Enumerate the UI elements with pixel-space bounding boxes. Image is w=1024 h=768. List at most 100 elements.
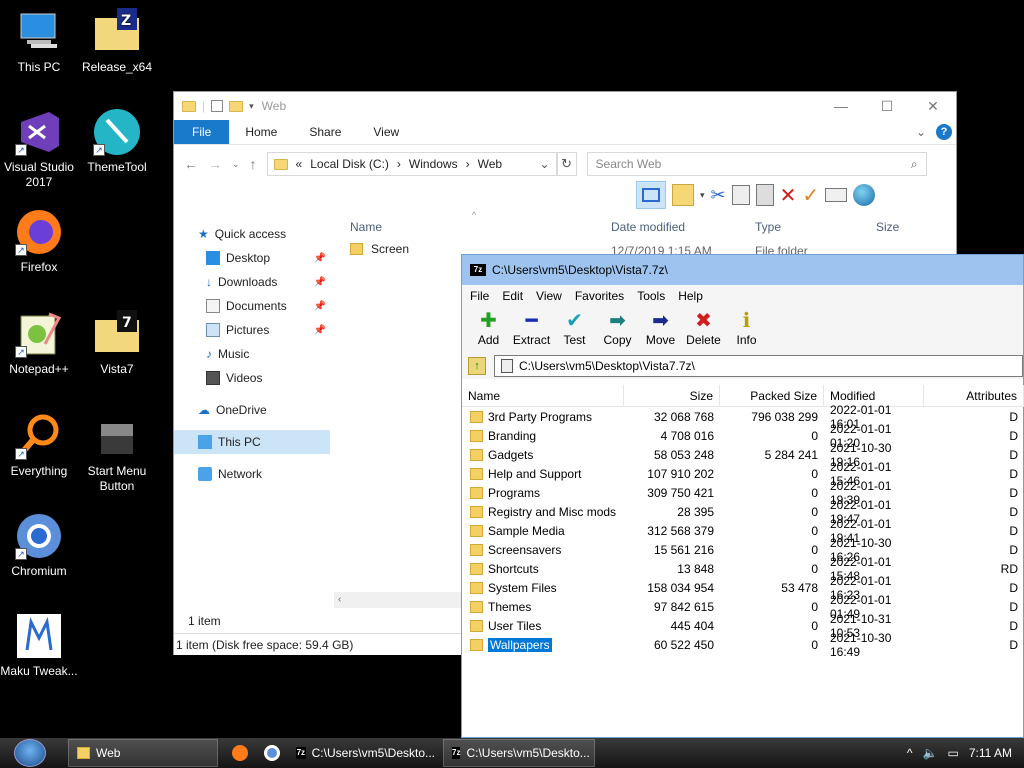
pin-icon[interactable]: 📌 [314,253,326,264]
chevron-up-icon[interactable]: ^ [907,746,913,760]
tab-share[interactable]: Share [293,120,357,144]
test-button[interactable]: ✔ Test [553,309,596,353]
menu-file[interactable]: File [470,289,489,303]
clock[interactable]: 7:11 AM [969,746,1012,760]
pin-icon[interactable]: 📌 [314,277,326,288]
taskbar-item-explorer[interactable]: Web [68,739,218,767]
rename-icon[interactable] [825,188,848,202]
table-row[interactable]: Registry and Misc mods 28 395 0 2022-01-01 … [462,498,1024,526]
nav-desktop[interactable]: Desktop 📌 [174,246,330,270]
desktop-icon-chromium[interactable]: ↗ Chromium [0,512,78,579]
globe-icon[interactable] [853,184,876,206]
menu-view[interactable]: View [536,289,562,303]
menu-favorites[interactable]: Favorites [575,289,624,303]
copy-button[interactable]: ➡ Copy [596,309,639,353]
chevron-right-icon[interactable]: › [397,157,401,171]
taskbar-item-7zip-1[interactable]: 7z C:\Users\vm5\Deskto... [288,739,443,767]
tab-view[interactable]: View [357,120,415,144]
column-attributes[interactable]: Attributes [924,385,1024,406]
quick-access-dropdown-icon[interactable]: ▾ [249,101,254,112]
up-icon[interactable]: ↑ [250,156,257,172]
table-row[interactable]: System Files 158 034 954 53 478 2022-01-01 … [462,574,1024,602]
table-row[interactable]: Themes 97 842 615 0 2022-01-01 01:49 D [462,593,1024,621]
7zip-titlebar[interactable]: 7z C:\Users\vm5\Desktop\Vista7.7z\ [462,255,1023,285]
copy-icon[interactable] [731,185,750,205]
refresh-icon[interactable]: ↻ [556,152,577,176]
recent-dropdown-icon[interactable]: ⌄ [232,159,240,170]
table-row[interactable]: 3rd Party Programs 32 068 768 796 038 299 2… [462,403,1024,431]
close-button[interactable]: ✕ [910,98,956,115]
desktop-icon-firefox[interactable]: ↗ Firefox [0,208,78,275]
tab-file[interactable]: File [174,120,230,144]
nav-quick-access[interactable]: ★ Quick access [174,222,330,246]
new-folder-icon[interactable] [229,100,244,112]
minimize-button[interactable]: — [818,98,864,115]
info-button[interactable]: ℹ Info [725,309,768,353]
network-icon[interactable]: ▭ [948,746,959,760]
file-row[interactable]: Screen [350,242,409,256]
taskbar-firefox[interactable] [224,739,256,767]
table-row[interactable]: Help and Support 107 910 202 0 2022-01-01 1… [462,460,1024,488]
dropdown-icon[interactable]: ▾ [700,190,705,201]
7zip-window[interactable]: 7z C:\Users\vm5\Desktop\Vista7.7z\ File … [461,254,1024,738]
breadcrumb-windows[interactable]: Windows [409,157,458,171]
back-icon[interactable]: ← [184,156,198,172]
desktop-icon-notepadpp[interactable]: ↗ Notepad++ [0,310,78,377]
chevron-right-icon[interactable]: › [466,157,470,171]
nav-documents[interactable]: Documents 📌 [174,294,330,318]
table-row[interactable]: Shortcuts 13 848 0 2022-01-01 15:48 RD [462,555,1024,583]
taskbar-item-7zip-2[interactable]: 7z C:\Users\vm5\Deskto... [443,739,595,767]
nav-videos[interactable]: Videos [174,366,330,390]
menu-tools[interactable]: Tools [637,289,665,303]
table-row[interactable]: Programs 309 750 421 0 2022-01-01 19:39 D [462,479,1024,507]
desktop-icon-visual-studio[interactable]: ↗ Visual Studio 2017 [0,108,78,190]
paste-icon[interactable] [755,184,774,206]
nav-pictures[interactable]: Pictures 📌 [174,318,330,342]
folder-options-icon[interactable] [672,184,694,206]
taskbar-chromium[interactable] [256,739,288,767]
7zip-path-input[interactable]: C:\Users\vm5\Desktop\Vista7.7z\ [494,355,1023,377]
pin-icon[interactable]: 📌 [314,325,326,336]
table-row[interactable]: User Tiles 445 404 0 2021-10-31 10:53 D [462,612,1024,640]
menu-edit[interactable]: Edit [502,289,523,303]
nav-network[interactable]: Network [174,462,330,486]
checkmark-icon[interactable]: ✓ [802,183,819,208]
column-name[interactable]: Name [462,385,624,406]
address-bar[interactable]: « Local Disk (C:) › Windows › Web ⌄ [266,152,557,176]
nav-downloads[interactable]: ↓ Downloads 📌 [174,270,330,294]
cut-icon[interactable]: ✂ [711,185,726,206]
add-button[interactable]: ✚ Add [467,309,510,353]
pin-icon[interactable]: 📌 [314,301,326,312]
nav-onedrive[interactable]: ☁ OneDrive [174,398,330,422]
start-button[interactable] [10,738,50,768]
table-row[interactable]: Wallpapers 60 522 450 0 2021-10-30 16:49 D [462,631,1024,659]
explorer-titlebar[interactable]: | ▾ Web — ☐ ✕ [174,92,956,120]
column-size[interactable]: Size [624,385,720,406]
nav-music[interactable]: ♪ Music [174,342,330,366]
tab-home[interactable]: Home [229,120,293,144]
move-button[interactable]: ➡ Move [639,309,682,353]
desktop-icon-themetool[interactable]: ↗ ThemeTool [78,108,156,175]
desktop-icon-vista7[interactable]: 7 Vista7 [78,310,156,377]
table-row[interactable]: Screensavers 15 561 216 0 2021-10-30 16:26 D [462,536,1024,564]
column-packed-size[interactable]: Packed Size [720,385,824,406]
extract-button[interactable]: ━ Extract [510,309,553,353]
desktop-icon-maku-tweak[interactable]: Maku Tweak... [0,612,78,679]
table-row[interactable]: Sample Media 312 568 379 0 2022-01-01 19:41… [462,517,1024,545]
horizontal-scrollbar[interactable]: ‹ [334,592,464,608]
delete-icon[interactable]: ✕ [780,183,797,208]
preview-pane-icon[interactable] [636,181,666,209]
desktop-icon-release-x64[interactable]: Z Release_x64 [78,8,156,75]
breadcrumb-web[interactable]: Web [478,157,502,171]
table-row[interactable]: Gadgets 58 053 248 5 284 241 2021-10-30 19:… [462,441,1024,469]
desktop-icon-this-pc[interactable]: This PC [0,8,78,75]
address-dropdown-icon[interactable]: ⌄ [539,157,549,171]
menu-help[interactable]: Help [678,289,703,303]
maximize-button[interactable]: ☐ [864,98,910,115]
volume-icon[interactable]: 🔈 [923,746,938,760]
breadcrumb-root[interactable]: Local Disk (C:) [310,157,389,171]
expand-ribbon-icon[interactable]: ⌄ [916,125,926,139]
desktop-icon-start-menu-button[interactable]: Start Menu Button [78,412,156,494]
column-date[interactable]: Date modified [611,220,685,234]
help-icon[interactable]: ? [936,124,952,140]
